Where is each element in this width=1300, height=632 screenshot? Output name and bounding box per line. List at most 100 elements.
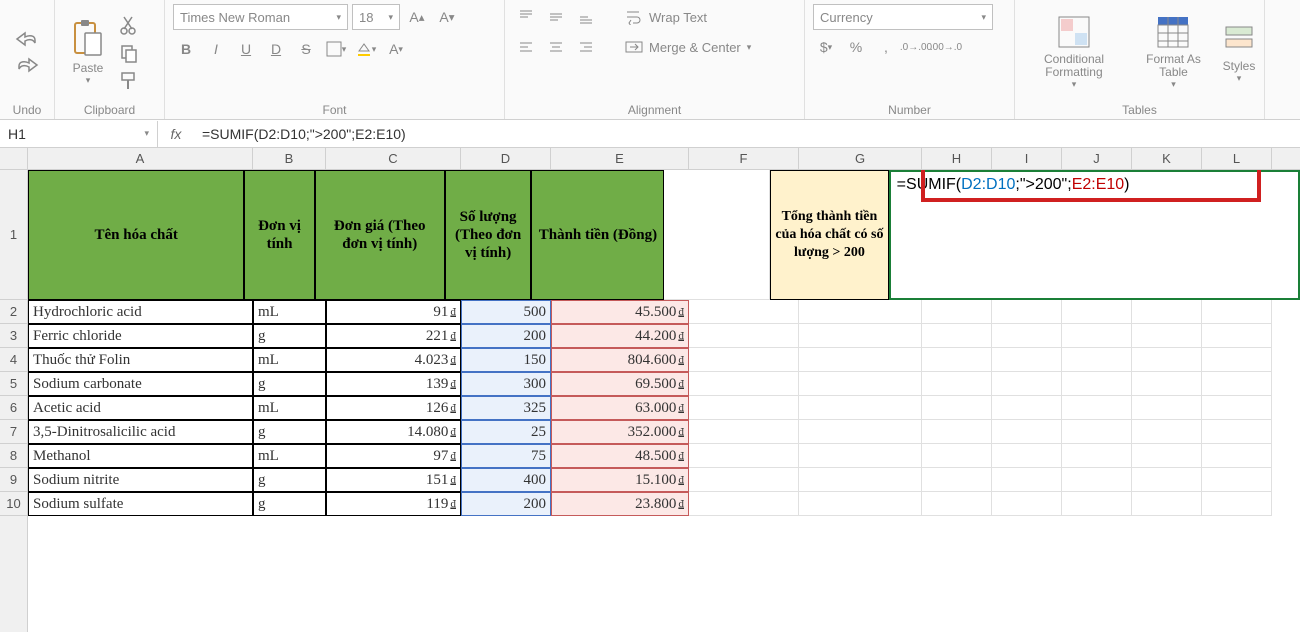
cell[interactable]: 15.100 ₫ [551, 468, 689, 492]
cell[interactable]: Sodium sulfate [28, 492, 253, 516]
cell[interactable]: mL [253, 348, 326, 372]
cell[interactable]: 139 ₫ [326, 372, 461, 396]
cell[interactable]: 91 ₫ [326, 300, 461, 324]
cell[interactable] [992, 492, 1062, 516]
cell[interactable] [1062, 372, 1132, 396]
styles-button[interactable]: Styles▾ [1222, 21, 1256, 84]
cell[interactable] [1062, 348, 1132, 372]
redo-icon[interactable] [15, 57, 39, 75]
cell[interactable] [664, 170, 770, 300]
cell[interactable]: 69.500 ₫ [551, 372, 689, 396]
cell[interactable] [1132, 420, 1202, 444]
cell[interactable] [799, 492, 922, 516]
comma-button[interactable]: , [873, 34, 899, 60]
cell[interactable] [1132, 492, 1202, 516]
cell[interactable]: Số lượng (Theo đơn vị tính) [445, 170, 532, 300]
cell[interactable]: Đơn vị tính [244, 170, 314, 300]
cell[interactable]: mL [253, 396, 326, 420]
cell[interactable] [992, 372, 1062, 396]
align-right-icon[interactable] [573, 34, 599, 60]
merge-center-button[interactable]: Merge & Center▾ [619, 36, 757, 58]
cell[interactable]: 23.800 ₫ [551, 492, 689, 516]
cell[interactable] [1062, 420, 1132, 444]
formula-input[interactable] [194, 121, 1300, 147]
name-box[interactable]: H1▾ [0, 121, 158, 147]
cell[interactable] [1132, 396, 1202, 420]
increase-font-icon[interactable]: A▴ [404, 4, 430, 30]
row-header[interactable]: 5 [0, 372, 27, 396]
cell[interactable] [799, 420, 922, 444]
grid[interactable]: Tên hóa chất Đơn vị tính Đơn giá (Theo đ… [28, 170, 1300, 516]
cell[interactable]: 48.500 ₫ [551, 444, 689, 468]
cell[interactable] [799, 300, 922, 324]
accounting-format-button[interactable]: $▾ [813, 34, 839, 60]
col-header[interactable]: I [992, 148, 1062, 169]
cell[interactable]: 126 ₫ [326, 396, 461, 420]
col-header[interactable]: A [28, 148, 253, 169]
align-left-icon[interactable] [513, 34, 539, 60]
cell[interactable] [1132, 300, 1202, 324]
row-header[interactable]: 8 [0, 444, 27, 468]
cell[interactable] [689, 300, 799, 324]
bold-button[interactable]: B [173, 36, 199, 62]
cell[interactable]: 151 ₫ [326, 468, 461, 492]
cell[interactable] [1062, 468, 1132, 492]
cell[interactable] [799, 372, 922, 396]
paste-button[interactable]: Paste ▾ [63, 19, 113, 86]
cell[interactable] [689, 420, 799, 444]
cell[interactable]: mL [253, 300, 326, 324]
cell[interactable] [1062, 444, 1132, 468]
row-header[interactable]: 2 [0, 300, 27, 324]
cell[interactable] [922, 372, 992, 396]
cell[interactable] [922, 420, 992, 444]
format-as-table-button[interactable]: Format As Table▾ [1137, 15, 1210, 90]
cell[interactable] [992, 396, 1062, 420]
cell[interactable] [799, 324, 922, 348]
cell[interactable] [922, 492, 992, 516]
italic-button[interactable]: I [203, 36, 229, 62]
cell[interactable]: 44.200 ₫ [551, 324, 689, 348]
row-header[interactable]: 3 [0, 324, 27, 348]
increase-decimal-button[interactable]: .0→.00 [903, 34, 929, 60]
cell[interactable] [992, 348, 1062, 372]
underline-button[interactable]: U [233, 36, 259, 62]
cell[interactable]: 97 ₫ [326, 444, 461, 468]
cell[interactable] [1132, 468, 1202, 492]
copy-icon[interactable] [119, 43, 139, 63]
cell[interactable] [922, 324, 992, 348]
cell[interactable] [992, 468, 1062, 492]
col-header[interactable]: B [253, 148, 326, 169]
cell[interactable] [799, 468, 922, 492]
row-header[interactable]: 7 [0, 420, 27, 444]
cell[interactable] [689, 324, 799, 348]
cell[interactable] [922, 444, 992, 468]
format-painter-icon[interactable] [119, 71, 139, 91]
cell[interactable]: Tên hóa chất [28, 170, 244, 300]
row-header[interactable]: 1 [0, 170, 27, 300]
row-header[interactable]: 10 [0, 492, 27, 516]
wrap-text-button[interactable]: Wrap Text [619, 6, 713, 28]
cell[interactable] [922, 396, 992, 420]
decrease-font-icon[interactable]: A▾ [434, 4, 460, 30]
cell[interactable]: 500 [461, 300, 551, 324]
cell[interactable]: 25 [461, 420, 551, 444]
align-middle-icon[interactable] [543, 4, 569, 30]
cell[interactable] [799, 348, 922, 372]
cell[interactable]: 150 [461, 348, 551, 372]
number-format-select[interactable]: Currency▾ [813, 4, 993, 30]
row-header[interactable]: 9 [0, 468, 27, 492]
cell[interactable]: Methanol [28, 444, 253, 468]
fill-color-button[interactable]: ▾ [353, 36, 379, 62]
borders-button[interactable]: ▾ [323, 36, 349, 62]
cell[interactable]: Acetic acid [28, 396, 253, 420]
cell[interactable]: 200 [461, 492, 551, 516]
strike-button[interactable]: S [293, 36, 319, 62]
font-color-button[interactable]: A▾ [383, 36, 409, 62]
cell[interactable]: 804.600 ₫ [551, 348, 689, 372]
cell[interactable] [689, 348, 799, 372]
col-header[interactable]: D [461, 148, 551, 169]
col-header[interactable]: J [1062, 148, 1132, 169]
cell[interactable] [799, 396, 922, 420]
row-header[interactable]: 6 [0, 396, 27, 420]
cell[interactable] [689, 492, 799, 516]
